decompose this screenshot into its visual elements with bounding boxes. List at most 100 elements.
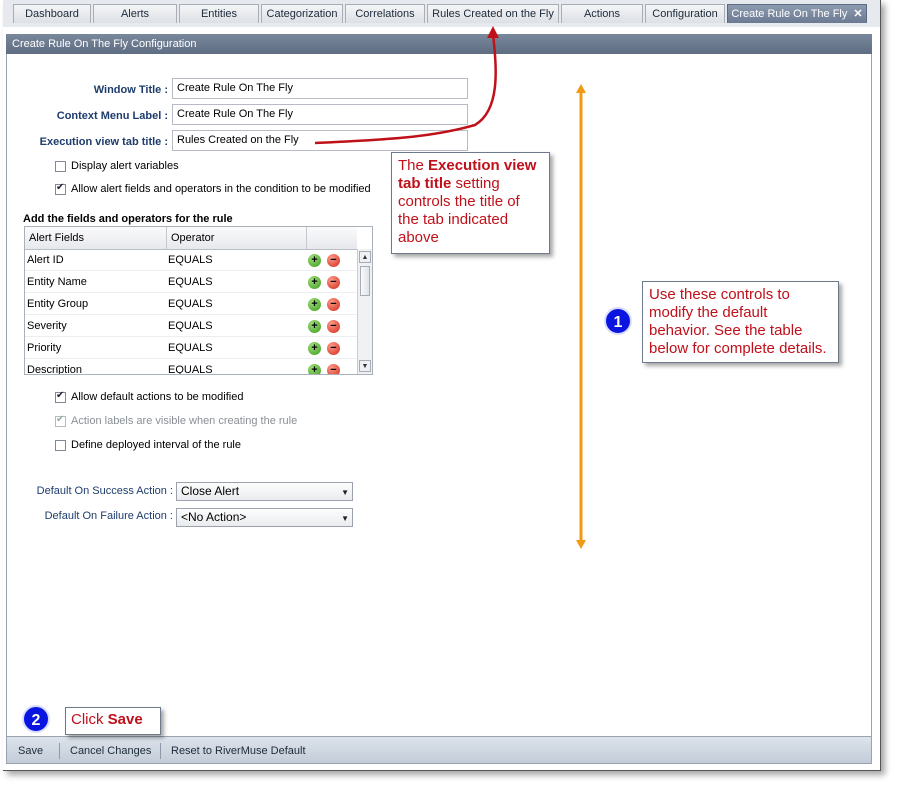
execution-view-tab-title-label: Execution view tab title : — [39, 136, 168, 148]
selected-value: Close Alert — [181, 484, 240, 498]
cell-field: Entity Name — [27, 276, 87, 288]
checkbox-box — [55, 414, 66, 427]
minus-circle-icon[interactable]: − — [327, 364, 340, 374]
tab-label: Create Rule On The Fly — [731, 8, 848, 20]
tab-label: Rules Created on the Fly — [432, 8, 554, 20]
scroll-thumb[interactable] — [360, 266, 370, 296]
define-deployed-interval-checkbox[interactable]: Define deployed interval of the rule — [55, 439, 241, 451]
tab-create-rule-on-the-fly[interactable]: Create Rule On The Fly ✕ — [727, 4, 867, 23]
tab-configuration[interactable]: Configuration — [645, 4, 725, 23]
window-title-input[interactable]: Create Rule On The Fly — [172, 78, 468, 99]
table-row[interactable]: Description EQUALS + − — [25, 359, 357, 375]
table-row[interactable]: Priority EQUALS + − — [25, 337, 357, 359]
bottom-toolbar: Save Cancel Changes Reset to RiverMuse D… — [6, 736, 872, 764]
plus-circle-icon[interactable]: + — [308, 320, 321, 333]
tab-actions[interactable]: Actions — [561, 4, 643, 23]
display-alert-variables-checkbox[interactable]: Display alert variables — [55, 160, 179, 172]
alert-fields-grid: Alert Fields Operator Alert ID EQUALS + … — [24, 226, 373, 375]
checkbox-label: Define deployed interval of the rule — [71, 439, 241, 451]
checkbox-box[interactable] — [55, 439, 66, 451]
tab-label: Alerts — [120, 8, 150, 20]
plus-circle-icon[interactable]: + — [308, 342, 321, 355]
minus-circle-icon[interactable]: − — [327, 298, 340, 311]
allow-alert-fields-checkbox[interactable]: Allow alert fields and operators in the … — [55, 182, 371, 195]
panel-title: Create Rule On The Fly Configuration — [12, 38, 197, 50]
tab-categorization[interactable]: Categorization — [261, 4, 343, 23]
fields-section-title: Add the fields and operators for the rul… — [23, 213, 233, 225]
tab-label: Actions — [583, 8, 621, 20]
minus-circle-icon[interactable]: − — [327, 276, 340, 289]
step-1-badge: 1 — [604, 307, 632, 335]
cell-field: Entity Group — [27, 298, 89, 310]
column-header-alert-fields[interactable]: Alert Fields — [29, 232, 84, 244]
execution-tab-title-callout: The Execution view tab title setting con… — [391, 152, 550, 254]
column-header-operator[interactable]: Operator — [171, 232, 214, 244]
success-action-label: Default On Success Action : — [36, 485, 173, 497]
execution-view-tab-title-input[interactable]: Rules Created on the Fly — [172, 130, 468, 151]
chevron-down-icon[interactable]: ▼ — [341, 510, 349, 527]
toolbar-divider — [59, 743, 60, 759]
cell-operator: EQUALS — [168, 254, 213, 266]
checkbox-label: Action labels are visible when creating … — [71, 415, 298, 427]
action-labels-visible-checkbox: Action labels are visible when creating … — [55, 414, 298, 427]
scroll-up-icon[interactable]: ▲ — [359, 251, 371, 263]
step-2-badge: 2 — [22, 705, 50, 733]
minus-circle-icon[interactable]: − — [327, 342, 340, 355]
column-divider — [306, 227, 307, 249]
failure-action-label: Default On Failure Action : — [44, 510, 173, 522]
cell-operator: EQUALS — [168, 320, 213, 332]
close-icon[interactable]: ✕ — [853, 8, 862, 20]
toolbar-divider — [160, 743, 161, 759]
tab-bar: Dashboard Alerts Entities Categorization… — [3, 0, 880, 27]
tab-label: Configuration — [652, 8, 718, 20]
checkbox-label: Allow alert fields and operators in the … — [71, 183, 371, 195]
cell-field: Severity — [27, 320, 67, 332]
cell-field: Priority — [27, 342, 62, 354]
callout-text: The — [398, 157, 429, 174]
success-action-select[interactable]: Close Alert ▼ — [176, 482, 353, 501]
minus-circle-icon[interactable]: − — [327, 254, 340, 267]
checkbox-box[interactable] — [55, 390, 66, 403]
cancel-changes-button[interactable]: Cancel Changes — [70, 745, 151, 757]
checkbox-box[interactable] — [55, 160, 66, 172]
reset-default-button[interactable]: Reset to RiverMuse Default — [171, 745, 306, 757]
failure-action-select[interactable]: <No Action> ▼ — [176, 508, 353, 527]
allow-default-actions-checkbox[interactable]: Allow default actions to be modified — [55, 390, 243, 403]
table-row[interactable]: Severity EQUALS + − — [25, 315, 357, 337]
checkbox-label: Display alert variables — [71, 160, 179, 172]
selected-value: <No Action> — [181, 510, 247, 524]
tab-correlations[interactable]: Correlations — [345, 4, 425, 23]
checkbox-box[interactable] — [55, 182, 66, 195]
chevron-down-icon[interactable]: ▼ — [341, 484, 349, 501]
grid-header: Alert Fields Operator — [25, 227, 357, 250]
plus-circle-icon[interactable]: + — [308, 254, 321, 267]
table-row[interactable]: Entity Group EQUALS + − — [25, 293, 357, 315]
plus-circle-icon[interactable]: + — [308, 298, 321, 311]
cell-field: Alert ID — [27, 254, 64, 266]
plus-circle-icon[interactable]: + — [308, 276, 321, 289]
cell-operator: EQUALS — [168, 298, 213, 310]
context-menu-input[interactable]: Create Rule On The Fly — [172, 104, 468, 125]
controls-callout: Use these controls to modify the default… — [642, 281, 839, 363]
window-title-label: Window Title : — [93, 84, 168, 96]
tab-rules-created-on-the-fly[interactable]: Rules Created on the Fly — [427, 4, 559, 23]
tab-entities[interactable]: Entities — [179, 4, 259, 23]
cell-operator: EQUALS — [168, 364, 213, 375]
callout-bold-text: Save — [107, 711, 143, 728]
plus-circle-icon[interactable]: + — [308, 364, 321, 374]
save-button[interactable]: Save — [18, 745, 43, 757]
cell-operator: EQUALS — [168, 276, 213, 288]
tab-label: Correlations — [355, 8, 415, 20]
tab-dashboard[interactable]: Dashboard — [13, 4, 91, 23]
click-save-callout: Click Save — [65, 707, 161, 735]
grid-scrollbar[interactable]: ▲ ▼ — [357, 249, 372, 374]
tab-label: Dashboard — [25, 8, 79, 20]
minus-circle-icon[interactable]: − — [327, 320, 340, 333]
table-row[interactable]: Alert ID EQUALS + − — [25, 249, 357, 271]
table-row[interactable]: Entity Name EQUALS + − — [25, 271, 357, 293]
tab-label: Categorization — [266, 8, 338, 20]
tab-alerts[interactable]: Alerts — [93, 4, 177, 23]
callout-text: Use these controls to modify the default… — [649, 286, 827, 357]
tab-label: Entities — [200, 8, 238, 20]
scroll-down-icon[interactable]: ▼ — [359, 360, 371, 372]
